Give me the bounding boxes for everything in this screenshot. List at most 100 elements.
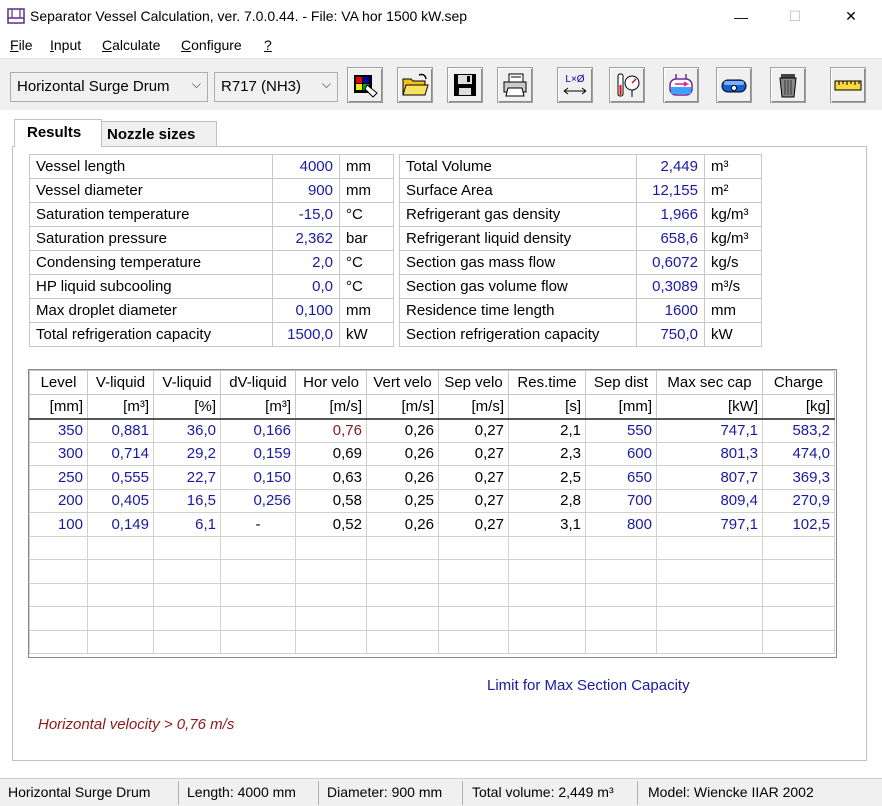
status-total-volume: Total volume: 2,449 m³: [472, 784, 614, 800]
grid-cell: 200: [29, 488, 88, 513]
close-button[interactable]: ✕: [828, 0, 874, 33]
grid-cell: [29, 606, 88, 631]
grid-column-header[interactable]: Level: [29, 370, 88, 395]
grid-cell: 0,69: [295, 441, 367, 466]
grid-column-header[interactable]: Sep velo: [438, 370, 509, 395]
tank-icon: [721, 79, 747, 93]
summary-label: Section gas mass flow: [399, 250, 637, 275]
grid-cell: [762, 629, 835, 654]
status-diameter: Diameter: 900 mm: [327, 784, 443, 800]
grid-header-row: Level V-liquid V-liquid dV-liquid Hor velo Ve…: [29, 370, 835, 395]
grid-cell: 300: [29, 441, 88, 466]
table-row-empty: [29, 582, 835, 607]
grid-column-header[interactable]: V-liquid: [87, 370, 154, 395]
gauge-button[interactable]: [609, 67, 645, 103]
summary-label: Saturation pressure: [29, 226, 273, 251]
summary-value: 2,449: [636, 154, 705, 179]
chevron-down-icon: ⌵: [321, 77, 331, 91]
grid-cell: [295, 559, 367, 584]
grid-column-unit: [kW]: [656, 394, 763, 420]
grid-cell: [153, 559, 221, 584]
grid-cell: [87, 629, 154, 654]
grid-cell: 797,1: [656, 512, 763, 537]
limit-label: Limit for Max Section Capacity: [487, 677, 690, 694]
grid-cell: [762, 535, 835, 560]
refrigerant-select[interactable]: R717 (NH3) ⌵: [214, 72, 338, 102]
tab-nozzle-sizes[interactable]: Nozzle sizes: [101, 121, 217, 146]
status-length: Length: 4000 mm: [187, 784, 296, 800]
table-row[interactable]: 200 0,405 16,5 0,256 0,58 0,25 0,27 2,8 700 809,4…: [29, 488, 835, 513]
new-button[interactable]: [347, 67, 383, 103]
summary-value: 900: [272, 178, 340, 203]
grid-cell: 0,52: [295, 512, 367, 537]
grid-column-header[interactable]: Vert velo: [366, 370, 439, 395]
grid-cell: [220, 582, 296, 607]
summary-label: Vessel length: [29, 154, 273, 179]
summary-row: Vessel length 4000 mm Total Volume 2,449 m³: [29, 154, 762, 179]
grid-cell: [87, 606, 154, 631]
grid-cell: [220, 606, 296, 631]
summary-unit: bar: [339, 226, 394, 251]
summary-unit: mm: [704, 298, 762, 323]
grid-column-header[interactable]: dV-liquid: [220, 370, 296, 395]
summary-label: Total Volume: [399, 154, 637, 179]
menu-configure[interactable]: Configure: [181, 37, 242, 53]
grid-cell: 369,3: [762, 465, 835, 490]
grid-cell: -: [220, 512, 296, 537]
table-row[interactable]: 300 0,714 29,2 0,159 0,69 0,26 0,27 2,3 600 801,3…: [29, 441, 835, 466]
summary-label: HP liquid subcooling: [29, 274, 273, 299]
summary-unit: mm: [339, 154, 394, 179]
summary-label: Section gas volume flow: [399, 274, 637, 299]
grid-cell: [29, 535, 88, 560]
vessel-level-icon: [669, 74, 693, 96]
grid-cell: [220, 535, 296, 560]
grid-column-header[interactable]: Charge: [762, 370, 835, 395]
minimize-button[interactable]: —: [718, 0, 764, 33]
grid-column-header[interactable]: V-liquid: [153, 370, 221, 395]
summary-unit: kg/m³: [704, 226, 762, 251]
tab-results[interactable]: Results: [14, 119, 102, 147]
grid-cell: 0,714: [87, 441, 154, 466]
summary-unit: mm: [339, 178, 394, 203]
grid-cell: 250: [29, 465, 88, 490]
grid-cell: 100: [29, 512, 88, 537]
save-button[interactable]: [447, 67, 483, 103]
delete-button[interactable]: [770, 67, 806, 103]
grid-column-header[interactable]: Max sec cap: [656, 370, 763, 395]
results-grid: Level V-liquid V-liquid dV-liquid Hor velo Ve…: [29, 370, 835, 654]
menu-file[interactable]: File: [10, 37, 33, 53]
dimensions-button[interactable]: L×Ø: [557, 67, 593, 103]
table-row[interactable]: 350 0,881 36,0 0,166 0,76 0,26 0,27 2,1 550 747,1…: [29, 418, 835, 443]
grid-cell: [656, 559, 763, 584]
table-row[interactable]: 100 0,149 6,1-0,52 0,26 0,27 3,1 800 797,1 102,5: [29, 512, 835, 537]
print-icon: [503, 73, 527, 97]
grid-column-header[interactable]: Res.time: [508, 370, 586, 395]
table-row[interactable]: 250 0,555 22,7 0,150 0,63 0,26 0,27 2,5 650 807,7…: [29, 465, 835, 490]
open-button[interactable]: [397, 67, 433, 103]
grid-cell: [585, 582, 657, 607]
grid-column-unit: [mm]: [29, 394, 88, 420]
vessel-type-select[interactable]: Horizontal Surge Drum ⌵: [10, 72, 208, 102]
grid-column-header[interactable]: Sep dist: [585, 370, 657, 395]
tank-button[interactable]: [716, 67, 752, 103]
grid-cell: 0,881: [87, 418, 154, 443]
menu-calculate[interactable]: Calculate: [102, 37, 160, 53]
grid-cell: 2,5: [508, 465, 586, 490]
menu-input[interactable]: Input: [50, 37, 81, 53]
chevron-down-icon: ⌵: [191, 77, 201, 91]
toolbar: Horizontal Surge Drum ⌵ R717 (NH3) ⌵ L×Ø: [0, 58, 882, 110]
grid-cell: [295, 606, 367, 631]
grid-column-unit: [kg]: [762, 394, 835, 420]
grid-cell: [87, 535, 154, 560]
maximize-button[interactable]: ☐: [772, 0, 818, 33]
grid-column-unit: [m³]: [87, 394, 154, 420]
grid-cell: [656, 582, 763, 607]
print-button[interactable]: [497, 67, 533, 103]
grid-column-unit: [s]: [508, 394, 586, 420]
grid-column-unit: [%]: [153, 394, 221, 420]
grid-column-header[interactable]: Hor velo: [295, 370, 367, 395]
ruler-button[interactable]: [830, 67, 866, 103]
menu-help[interactable]: ?: [264, 37, 272, 53]
grid-cell: 3,1: [508, 512, 586, 537]
vessel-level-button[interactable]: [663, 67, 699, 103]
